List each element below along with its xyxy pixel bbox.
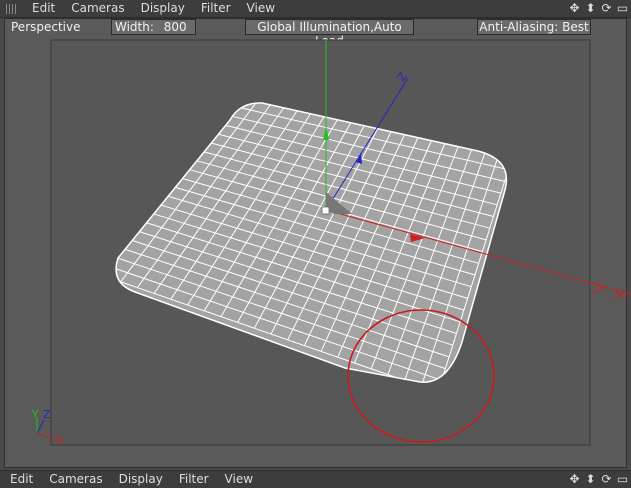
top-nav-icons: ✥ ⬍ ⟳ ▭ — [568, 0, 631, 17]
rotate-icon[interactable]: ⟳ — [600, 2, 613, 15]
menu-edit[interactable]: Edit — [24, 0, 63, 17]
view-name-label[interactable]: Perspective — [7, 20, 85, 35]
scale-icon[interactable]: ⬍ — [584, 2, 597, 15]
viewport[interactable]: Perspective Width: 800 Global Illuminati… — [4, 18, 627, 468]
bottom-menu-filter[interactable]: Filter — [171, 471, 217, 488]
global-illumination-field[interactable]: Global Illumination,Auto Load — [245, 19, 414, 48]
bottom-menu-display[interactable]: Display — [111, 471, 171, 488]
menu-filter[interactable]: Filter — [193, 0, 239, 17]
maximize-icon[interactable]: ▭ — [616, 473, 629, 486]
bottom-menu-cameras[interactable]: Cameras — [41, 471, 110, 488]
width-value: 800 — [163, 20, 187, 34]
move-icon[interactable]: ✥ — [568, 2, 581, 15]
move-icon[interactable]: ✥ — [568, 473, 581, 486]
rotate-icon[interactable]: ⟳ — [600, 473, 613, 486]
bottom-menu-edit[interactable]: Edit — [0, 471, 41, 488]
grip-icon[interactable] — [6, 3, 18, 14]
bottom-nav-icons: ✥ ⬍ ⟳ ▭ — [568, 471, 631, 488]
menu-cameras[interactable]: Cameras — [63, 0, 132, 17]
top-menubar: Edit Cameras Display Filter View ✥ ⬍ ⟳ ▭ — [0, 0, 631, 18]
scale-icon[interactable]: ⬍ — [584, 473, 597, 486]
maximize-icon[interactable]: ▭ — [616, 2, 629, 15]
anti-aliasing-field[interactable]: Anti-Aliasing: Best — [477, 19, 591, 35]
menu-view[interactable]: View — [239, 0, 283, 17]
bottom-menu-view[interactable]: View — [217, 471, 261, 488]
render-width-field[interactable]: Width: 800 — [111, 19, 196, 35]
bottom-menubar: Edit Cameras Display Filter View ✥ ⬍ ⟳ ▭ — [0, 470, 631, 488]
width-label: Width: — [115, 20, 154, 34]
menu-display[interactable]: Display — [133, 0, 193, 17]
